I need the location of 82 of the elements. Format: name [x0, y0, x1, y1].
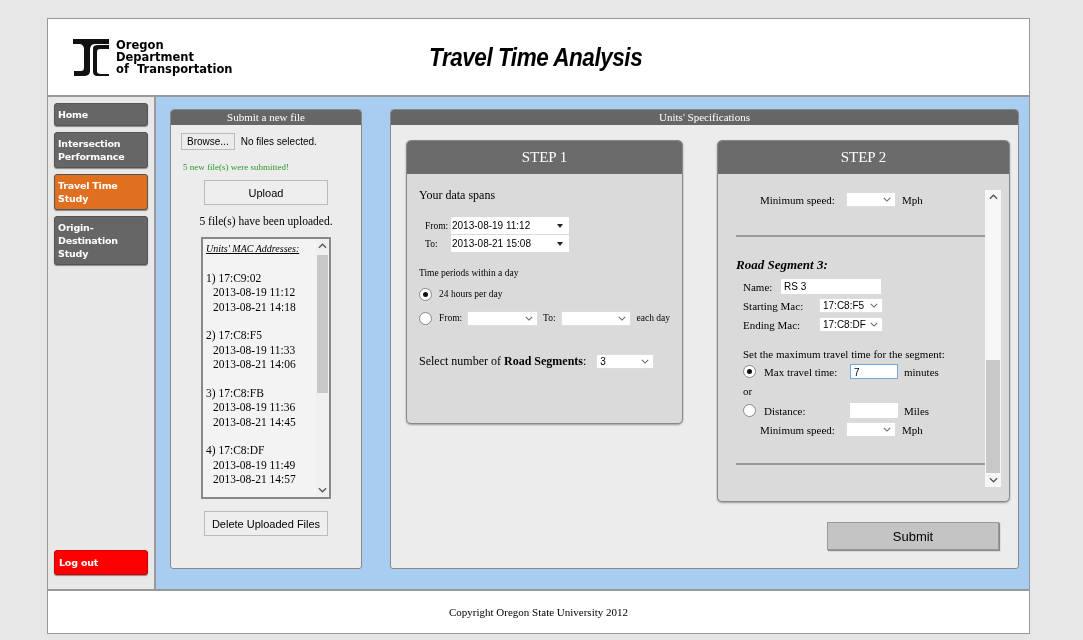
to-label: To: [543, 313, 556, 323]
chevron-down-icon[interactable] [883, 427, 891, 432]
end-time: 2013-08-21 14:57 [212, 472, 297, 487]
segments-dropdown[interactable]: 3 [596, 354, 655, 369]
panel-title: Submit a new file [171, 110, 361, 125]
segment-heading: Road Segment 3: [736, 257, 829, 273]
start-mac-label: Starting Mac: [743, 299, 805, 312]
step-title: STEP 2 [718, 141, 1009, 174]
date-picker[interactable]: 2013-08-21 15:08 [451, 235, 569, 252]
radio-button[interactable] [419, 287, 432, 301]
browse-button[interactable]: Browse... [181, 133, 235, 150]
chevron-down-icon[interactable] [318, 487, 327, 493]
travel-time-field[interactable]: 7 [850, 364, 898, 379]
page-title: Travel Time Analysis [428, 42, 642, 72]
caret-icon[interactable] [557, 223, 563, 228]
end-time: 2013-08-21 14:18 [212, 299, 297, 314]
name-field[interactable]: RS 3 [781, 279, 881, 294]
option-label: From: [439, 313, 463, 323]
upload-count: 5 file(s) have been uploaded. [199, 215, 333, 227]
logout-button[interactable]: Log out [54, 550, 148, 575]
distance-field[interactable] [850, 403, 898, 418]
caret-icon[interactable] [557, 241, 563, 246]
mac-dropdown[interactable]: 17:C8:F5 [819, 298, 883, 313]
start-time: 2013-08-19 11:49 [212, 457, 297, 472]
chevron-down-icon[interactable] [618, 315, 627, 321]
footer-text: Copyright Oregon State University 2012 [48, 589, 1029, 633]
unit-label: 2) 17:C8:F5 [206, 328, 263, 343]
to-label: To: [425, 238, 439, 249]
delete-button[interactable]: Delete Uploaded Files [204, 511, 328, 536]
nav-button[interactable]: Intersection Performance [54, 132, 148, 168]
unit-label: 1) 17:C9:02 [206, 270, 263, 285]
or-label: or [742, 385, 754, 397]
segments-label: Select number of Road Segments: [419, 354, 587, 369]
start-time: 2013-08-19 11:12 [212, 285, 297, 300]
end-time: 2013-08-21 14:45 [212, 414, 297, 429]
chevron-down-icon[interactable] [883, 197, 891, 202]
unit-label: Mph [902, 193, 923, 206]
end-time: 2013-08-21 14:06 [212, 357, 297, 372]
scrollbar[interactable] [985, 190, 1001, 487]
suffix-label: each day [636, 313, 670, 323]
success-message: 5 new file(s) were submitted! [183, 162, 289, 172]
option-label: Distance: [764, 404, 807, 417]
segment-prompt: Set the maximum travel time for the segment: [742, 348, 946, 360]
chevron-up-icon[interactable] [988, 194, 998, 200]
spans-label: Your data spans [419, 188, 497, 203]
nav-button[interactable]: Origin-Destination Study [54, 216, 148, 265]
organization-name: Oregon [116, 39, 164, 51]
organization-name: Department [116, 51, 194, 63]
file-status: No files selected. [240, 136, 317, 147]
radio-button[interactable] [743, 404, 756, 417]
option-label: Max travel time: [764, 365, 839, 378]
panel-title: Units' Specifications [391, 110, 1018, 125]
list-heading: Units' MAC Addresses: [206, 242, 301, 256]
name-label: Name: [743, 280, 774, 293]
radio-button[interactable] [743, 365, 756, 378]
unit-label: Mph [902, 423, 923, 436]
start-time: 2013-08-19 11:33 [212, 342, 297, 357]
from-label: From: [425, 220, 450, 231]
end-mac-label: Ending Mac: [743, 318, 802, 331]
speed-label: Minimum speed: [760, 193, 836, 206]
nav-button[interactable]: Home [54, 103, 148, 126]
date-picker[interactable]: 2013-08-19 11:12 [451, 217, 569, 234]
periods-label: Time periods within a day [419, 268, 520, 278]
step-title: STEP 1 [407, 141, 682, 174]
chevron-up-icon[interactable] [318, 243, 327, 249]
submit-button[interactable]: Submit [827, 522, 999, 550]
upload-button[interactable]: Upload [204, 180, 328, 205]
chevron-down-icon[interactable] [988, 477, 998, 483]
chevron-down-icon[interactable] [641, 359, 650, 364]
radio-button[interactable] [419, 311, 432, 325]
speed-label: Minimum speed: [760, 423, 836, 436]
organization-name: of Transportation [116, 63, 233, 75]
unit-label: 4) 17:C8:DF [206, 443, 266, 458]
chevron-down-icon[interactable] [870, 322, 878, 327]
mac-dropdown[interactable]: 17:C8:DF [819, 317, 883, 332]
chevron-down-icon[interactable] [870, 303, 878, 308]
option-label: 24 hours per day [439, 289, 503, 299]
start-time: 2013-08-19 11:36 [212, 400, 297, 415]
unit-label: Miles [904, 404, 930, 417]
unit-label: 3) 17:C8:FB [206, 385, 265, 400]
chevron-down-icon[interactable] [525, 315, 534, 321]
unit-label: minutes [904, 365, 939, 378]
